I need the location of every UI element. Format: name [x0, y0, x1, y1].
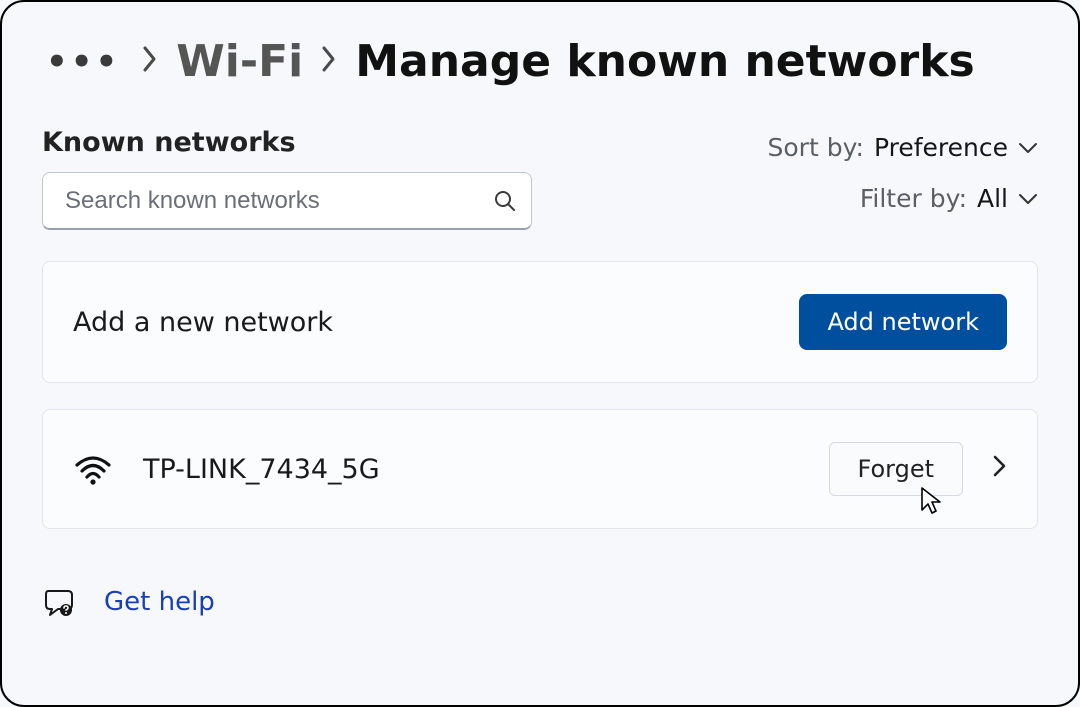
- breadcrumb: ••• Wi-Fi Manage known networks: [42, 36, 1038, 87]
- network-row[interactable]: TP-LINK_7434_5G Forget: [42, 409, 1038, 529]
- filter-by-dropdown[interactable]: Filter by: All: [768, 184, 1038, 213]
- add-network-button[interactable]: Add network: [799, 294, 1007, 350]
- forget-button[interactable]: Forget: [829, 442, 964, 496]
- breadcrumb-wifi[interactable]: Wi-Fi: [176, 36, 303, 87]
- filter-value: All: [977, 184, 1008, 213]
- controls-row: Known networks Sort by: Preference Filte…: [42, 127, 1038, 235]
- breadcrumb-overflow-button[interactable]: •••: [42, 42, 124, 82]
- network-name: TP-LINK_7434_5G: [143, 454, 380, 485]
- wifi-icon: [73, 453, 113, 485]
- search-icon: [493, 189, 517, 213]
- filter-label: Filter by:: [860, 184, 967, 213]
- chevron-right-icon: [142, 45, 158, 79]
- left-controls: Known networks: [42, 127, 532, 230]
- sort-by-dropdown[interactable]: Sort by: Preference: [768, 133, 1038, 162]
- network-info: TP-LINK_7434_5G: [73, 453, 380, 485]
- chevron-down-icon: [1018, 187, 1038, 211]
- sort-label: Sort by:: [768, 133, 864, 162]
- network-actions: Forget: [829, 442, 1008, 496]
- expand-network-button[interactable]: [993, 454, 1007, 485]
- get-help-link[interactable]: Get help: [104, 587, 215, 617]
- chevron-down-icon: [1018, 136, 1038, 160]
- chevron-right-icon: [321, 45, 337, 79]
- sort-filter-group: Sort by: Preference Filter by: All: [768, 127, 1038, 235]
- sort-value: Preference: [874, 133, 1008, 162]
- help-icon: [42, 585, 76, 619]
- help-row: Get help: [42, 585, 1038, 619]
- page-title: Manage known networks: [355, 36, 974, 87]
- add-network-card: Add a new network Add network: [42, 261, 1038, 383]
- known-networks-label: Known networks: [42, 127, 532, 158]
- search-box[interactable]: [42, 172, 532, 230]
- add-network-label: Add a new network: [73, 307, 333, 338]
- search-input[interactable]: [63, 186, 493, 216]
